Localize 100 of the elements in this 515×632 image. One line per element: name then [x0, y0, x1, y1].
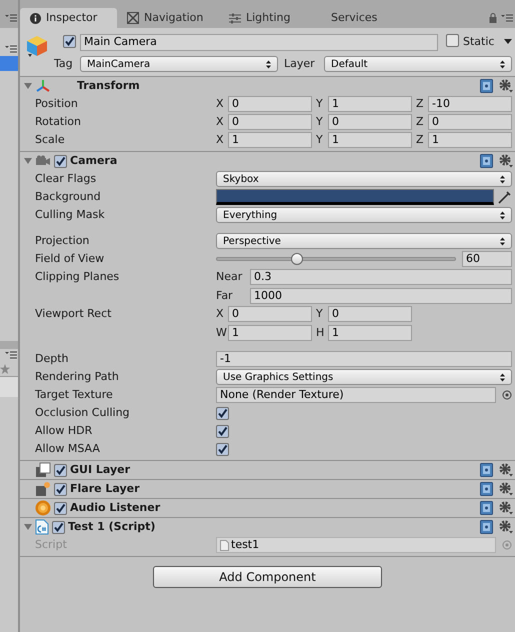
updown-arrows-icon: [266, 60, 271, 68]
axis-label: X: [216, 114, 225, 130]
number-field[interactable]: -1: [216, 351, 512, 367]
help-book-icon[interactable]: [480, 79, 493, 93]
dropdown[interactable]: Use Graphics Settings: [216, 369, 512, 385]
number-field[interactable]: 0.3: [250, 269, 512, 286]
number-field[interactable]: 0: [228, 306, 312, 322]
property-label: Background: [34, 188, 102, 205]
tag-dropdown[interactable]: MainCamera: [80, 56, 278, 72]
panel-tab[interactable]: Services: [321, 8, 423, 28]
file-icon: [220, 540, 229, 550]
number-field[interactable]: 0: [428, 114, 512, 130]
compass-icon: [127, 12, 139, 24]
panel-tab[interactable]: Inspector: [20, 8, 117, 28]
panel-tab[interactable]: Navigation: [117, 8, 219, 28]
gear-icon[interactable]: [499, 520, 513, 534]
property-label: Clipping Planes: [34, 269, 120, 285]
dropdown[interactable]: Perspective: [216, 233, 512, 249]
script-file-icon: [35, 519, 49, 535]
checkbox[interactable]: [52, 520, 65, 534]
dropdown[interactable]: Everything: [216, 207, 512, 223]
panel-tab[interactable]: Lighting: [219, 8, 321, 28]
axis-label: Y: [316, 132, 324, 148]
flare-icon: [35, 481, 51, 497]
slider-thumb[interactable]: [291, 253, 304, 265]
checkbox[interactable]: [63, 35, 76, 48]
layers-icon: [35, 462, 51, 478]
property-label: Script: [34, 536, 68, 553]
checkbox[interactable]: [216, 406, 229, 420]
gear-icon[interactable]: [499, 463, 513, 477]
expand-triangle-icon[interactable]: [24, 157, 32, 165]
property-label: Position: [34, 96, 79, 112]
gear-icon[interactable]: [499, 501, 513, 515]
help-book-icon[interactable]: [480, 463, 493, 477]
dropdown[interactable]: Skybox: [216, 171, 512, 187]
layer-label: Layer: [284, 56, 316, 72]
number-field[interactable]: 1: [328, 132, 412, 148]
eyedropper-icon[interactable]: [498, 190, 512, 204]
target-picker-icon[interactable]: [502, 390, 512, 400]
dropdown-arrow-icon[interactable]: [504, 39, 512, 45]
expand-triangle-icon[interactable]: [24, 82, 32, 90]
layer-dropdown[interactable]: Default: [324, 56, 512, 72]
updown-arrows-icon: [500, 210, 505, 220]
checkbox[interactable]: [446, 34, 459, 47]
number-field[interactable]: 1: [428, 132, 512, 148]
menu-icon[interactable]: [5, 351, 17, 359]
slider-track[interactable]: [216, 253, 456, 265]
component-title: Audio Listener: [70, 500, 160, 516]
lock-icon[interactable]: [489, 13, 497, 23]
help-book-icon[interactable]: [480, 482, 493, 496]
property-label: Allow HDR: [34, 422, 94, 439]
menu-icon[interactable]: [501, 14, 513, 22]
gear-icon[interactable]: [499, 154, 513, 168]
updown-arrows-icon: [500, 236, 505, 246]
axis-label: W: [216, 324, 226, 340]
add-component-button[interactable]: Add Component: [153, 566, 382, 588]
component-title: Transform: [77, 78, 140, 94]
checkbox[interactable]: [216, 442, 229, 456]
help-book-icon[interactable]: [480, 520, 493, 534]
number-field[interactable]: 1: [328, 324, 412, 341]
component-title: GUI Layer: [70, 462, 130, 478]
updown-arrows-icon: [500, 60, 505, 68]
property-label: Rotation: [34, 114, 82, 130]
property-label: Allow MSAA: [34, 440, 101, 457]
property-label: Clear Flags: [34, 170, 98, 187]
tag-label: Tag: [54, 56, 74, 72]
expand-triangle-icon[interactable]: [24, 523, 32, 531]
axis-label: H: [316, 324, 326, 340]
sliders-icon: [229, 12, 241, 24]
name-field[interactable]: Main Camera: [80, 34, 438, 50]
property-label: Projection: [34, 232, 90, 249]
axis-label: X: [216, 132, 225, 148]
number-field[interactable]: 0: [328, 114, 412, 130]
menu-icon[interactable]: [5, 14, 17, 22]
help-book-icon[interactable]: [480, 501, 493, 515]
color-field[interactable]: [216, 189, 494, 205]
number-field[interactable]: 1000: [250, 288, 512, 304]
gear-icon[interactable]: [499, 79, 513, 93]
number-field[interactable]: -10: [428, 96, 512, 112]
menu-icon[interactable]: [5, 45, 17, 53]
axis-label: Y: [316, 306, 324, 322]
number-field[interactable]: 0: [228, 114, 312, 130]
number-field[interactable]: 0: [328, 306, 412, 322]
number-field[interactable]: 0: [228, 96, 312, 112]
help-book-icon[interactable]: [480, 154, 493, 168]
property-label: Depth: [34, 350, 70, 367]
star-icon[interactable]: [0, 364, 10, 374]
checkbox[interactable]: [54, 464, 67, 476]
number-field[interactable]: 1: [228, 132, 312, 148]
number-field[interactable]: 1: [228, 324, 312, 341]
checkbox[interactable]: [216, 424, 229, 438]
checkbox[interactable]: [54, 154, 67, 168]
checkbox[interactable]: [54, 502, 67, 514]
object-field[interactable]: None (Render Texture): [216, 387, 496, 403]
number-field[interactable]: 1: [328, 96, 412, 112]
checkbox[interactable]: [54, 482, 67, 496]
updown-arrows-icon: [500, 372, 505, 382]
number-field[interactable]: 60: [462, 251, 512, 267]
axis-label: Z: [416, 96, 425, 112]
gear-icon[interactable]: [499, 482, 513, 496]
